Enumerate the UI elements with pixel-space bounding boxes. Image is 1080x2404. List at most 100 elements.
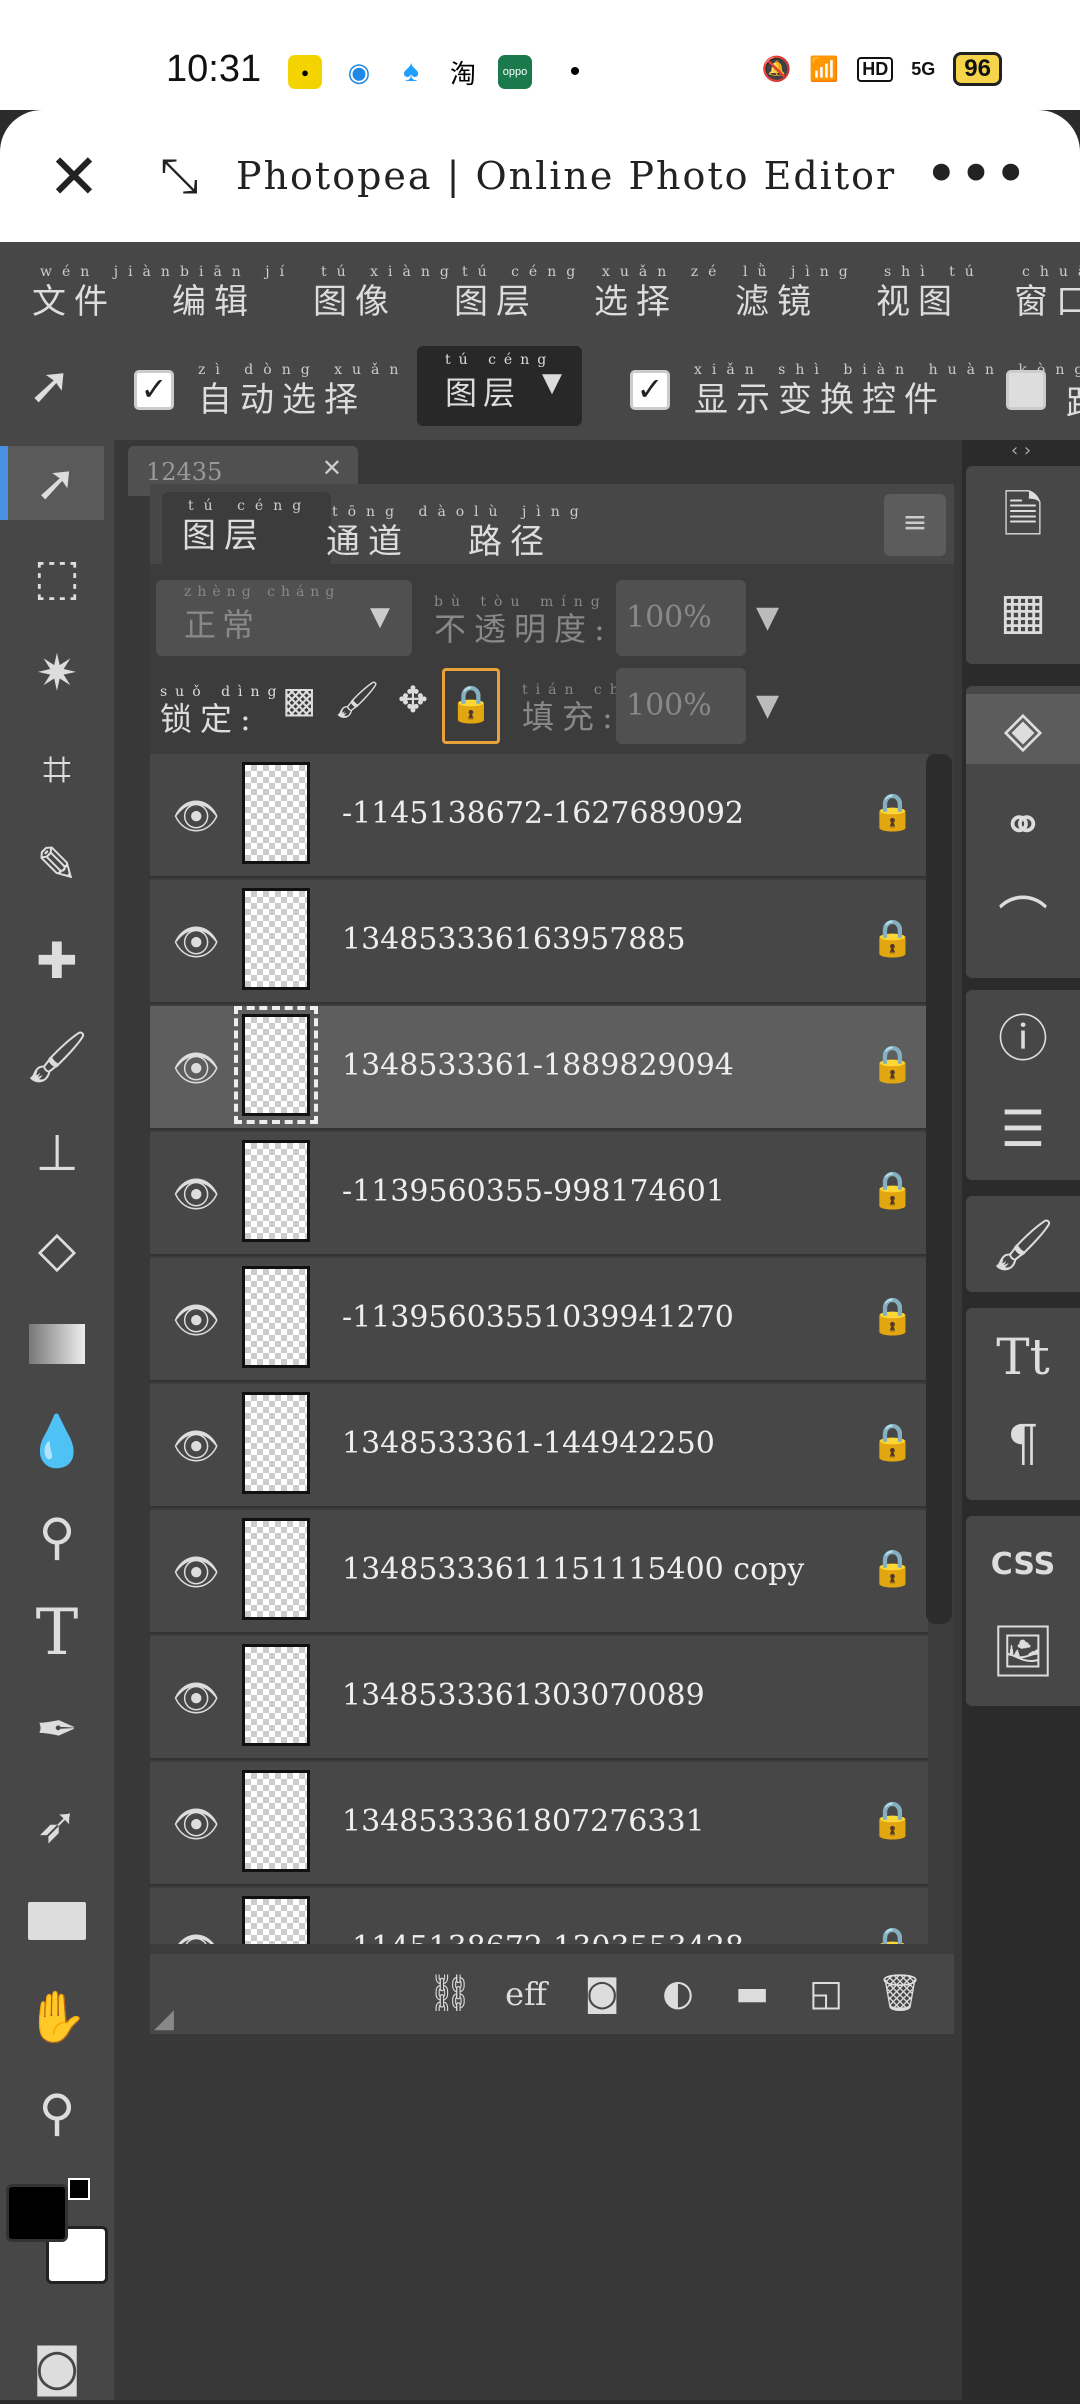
fill-input[interactable]: 100% [616,668,746,744]
menu-image[interactable]: tú xiàng 图像 [313,264,459,323]
layer-lock-icon[interactable]: 🔒 [870,1166,915,1216]
image-icon[interactable]: 🖼 [988,1616,1058,1686]
layer-row[interactable]: 👁 1348533361807276331 🔒 [150,1762,928,1886]
lock-all-icon[interactable]: 🔒 [442,668,500,744]
healing-brush-tool[interactable]: ✚ [20,924,94,998]
more-icon[interactable]: ••• [926,146,1030,202]
menu-view[interactable]: shì tú 视图 [876,264,984,323]
opacity-input[interactable]: 100% [616,580,746,656]
visibility-eye-icon[interactable]: 👁 [170,1168,222,1220]
layer-lock-icon[interactable]: 🔒 [870,788,915,838]
visibility-eye-icon[interactable]: 👁 [170,1042,222,1094]
close-document-icon[interactable]: ✕ [322,454,342,482]
menu-file[interactable]: wén jiàn 文件 [32,264,180,323]
panel-collapse-arrows[interactable]: ‹ › [962,440,1080,464]
layer-lock-icon[interactable]: 🔒 [870,1292,915,1342]
tab-paths[interactable]: lù jìng 路径 [468,504,589,563]
visibility-eye-icon[interactable]: 👁 [170,1546,222,1598]
visibility-eye-icon[interactable]: 👁 [170,1420,222,1472]
properties-icon[interactable]: ☰ [988,1094,1058,1164]
layer-row[interactable]: 👁 1348533361303070089 [150,1636,928,1760]
layer-row[interactable]: 👁 -11395603551039941270 🔒 [150,1258,928,1382]
type-tool[interactable]: T [20,1596,94,1670]
show-transform-checkbox[interactable]: ✓ [630,370,670,410]
layers-icon[interactable]: ◈ [966,694,1080,764]
menu-layer[interactable]: tú céng 图层 [454,264,585,323]
menu-window[interactable]: chuāng kǒu 窗口 [1014,264,1080,323]
paths-icon[interactable]: ⌒ [988,886,1058,956]
menu-edit[interactable]: biān jí 编辑 [172,264,294,323]
layer-lock-icon[interactable]: 🔒 [870,1796,915,1846]
menu-filter[interactable]: lǜ jìng 滤镜 [735,264,858,323]
eraser-tool[interactable]: ◇ [20,1212,94,1286]
layer-lock-icon[interactable]: 🔒 [870,914,915,964]
lock-position-icon[interactable]: ✥ [390,678,436,724]
move-tool[interactable]: ➚ [0,446,104,520]
default-colors-icon[interactable] [68,2178,90,2200]
layer-lock-icon[interactable]: 🔒 [870,1418,915,1468]
brush-settings-icon[interactable]: 🖌 [988,1210,1058,1280]
color-swatches[interactable] [6,2178,110,2288]
lock-image-icon[interactable]: 🖌 [334,678,380,724]
layer-row[interactable]: 👁 134853336163957885 🔒 [150,880,928,1004]
opacity-arrow-icon[interactable]: ▼ [756,600,779,635]
resize-handle-icon[interactable]: ◢ [154,2004,174,2034]
auto-select-target-dropdown[interactable]: tú céng 图层 ▼ [417,346,582,426]
auto-select-checkbox[interactable]: ✓ [134,370,174,410]
minimize-icon[interactable]: ⤡ [160,148,198,205]
layer-row[interactable]: 👁 -1145138672-1303553428 🔒 [150,1888,928,1944]
menu-select[interactable]: xuǎn zé 选择 [594,264,726,323]
adjustment-icon[interactable]: ◐ [652,1968,704,2020]
new-layer-icon[interactable]: ◱ [800,1968,852,2020]
layer-lock-icon[interactable]: 🔒 [870,1040,915,1090]
layer-lock-icon[interactable]: 🔒 [870,1544,915,1594]
layer-row[interactable]: 👁 -1139560355-998174601 🔒 [150,1132,928,1256]
quick-mask-tool[interactable]: ◙ [20,2330,94,2404]
crop-tool[interactable]: ⌗ [20,732,94,806]
zoom-tool[interactable]: ⚲ [20,2076,94,2150]
dodge-tool[interactable]: ⚲ [20,1500,94,1574]
tab-layers[interactable]: tú céng 图层 [162,492,332,567]
paragraph-icon[interactable]: ¶ [988,1408,1058,1478]
clone-stamp-tool[interactable]: ⊥ [20,1116,94,1190]
info-icon[interactable]: ⓘ [988,1004,1058,1074]
distance-checkbox[interactable] [1006,370,1046,410]
layer-row[interactable]: 👁 13485333611151115400 copy 🔒 [150,1510,928,1634]
eyedropper-tool[interactable]: ✎ [20,828,94,902]
layer-row[interactable]: 👁 -1145138672-1627689092 🔒 [150,754,928,878]
layer-row-selected[interactable]: 👁 1348533361-1889829094 🔒 [150,1006,928,1130]
foreground-color[interactable] [6,2184,68,2242]
brush-tool[interactable]: 🖌 [20,1020,94,1094]
marquee-tool[interactable]: ⬚ [20,540,94,614]
css-icon[interactable]: CSS [988,1530,1058,1600]
magic-wand-tool[interactable]: ✷ [20,636,94,710]
mask-icon[interactable]: ◙ [576,1968,628,2020]
channels-icon[interactable]: ⚭ [988,790,1058,860]
history-icon[interactable]: 🗎 [988,480,1058,550]
fill-arrow-icon[interactable]: ▼ [756,688,779,723]
layers-scrollbar[interactable] [926,754,952,1624]
link-icon[interactable]: ⛓ [424,1968,476,2020]
swatches-icon[interactable]: ▦ [988,576,1058,646]
close-icon[interactable]: ✕ [48,146,100,208]
gradient-tool[interactable] [20,1308,94,1382]
visibility-eye-icon[interactable]: 👁 [170,916,222,968]
visibility-eye-icon[interactable]: 👁 [170,1924,222,1944]
hand-tool[interactable]: ✋ [20,1980,94,2054]
visibility-eye-icon[interactable]: 👁 [170,1672,222,1724]
delete-icon[interactable]: 🗑 [874,1968,926,2020]
visibility-eye-icon[interactable]: 👁 [170,1294,222,1346]
direct-select-tool[interactable]: ➶ [20,1788,94,1862]
layer-lock-icon[interactable]: 🔒 [870,1922,915,1944]
tab-channels[interactable]: tōng dào 通道 [326,504,474,563]
visibility-eye-icon[interactable]: 👁 [170,790,222,842]
panel-menu-icon[interactable]: ≡ [884,494,946,556]
visibility-eye-icon[interactable]: 👁 [170,1798,222,1850]
character-icon[interactable]: Tt [988,1322,1058,1392]
blur-tool[interactable]: 💧 [20,1404,94,1478]
layer-row[interactable]: 👁 1348533361-144942250 🔒 [150,1384,928,1508]
blend-mode-dropdown[interactable]: zhèng cháng 正常 ▼ [156,580,412,656]
folder-icon[interactable]: ▬ [726,1968,778,2020]
shape-tool[interactable] [20,1884,94,1958]
lock-transparency-icon[interactable]: ▩ [276,678,322,724]
